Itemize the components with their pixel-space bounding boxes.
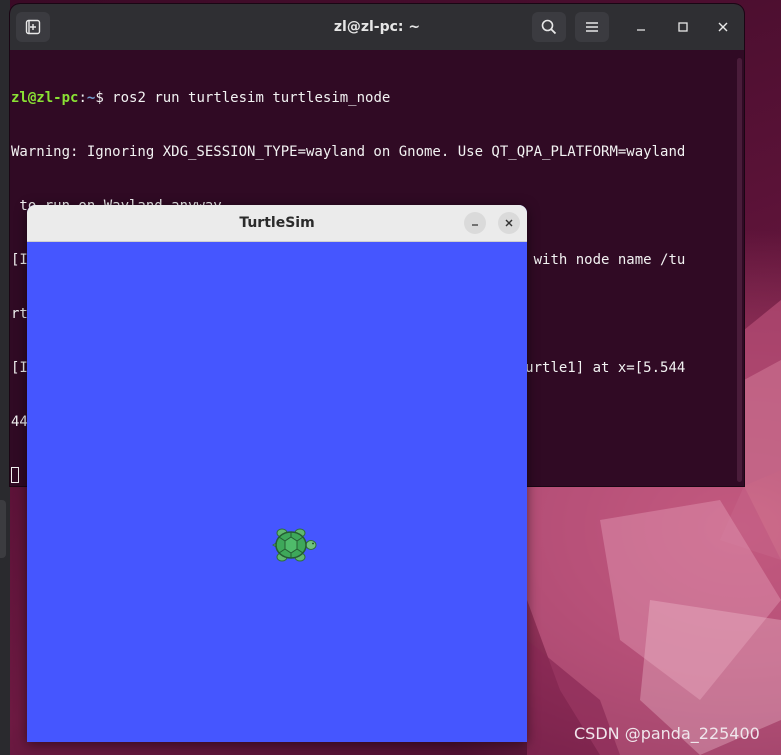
command-text: ros2 run turtlesim turtlesim_node: [112, 90, 391, 106]
dock-handle[interactable]: [0, 500, 6, 558]
prompt-separator: :: [78, 90, 87, 106]
minimize-icon: [472, 224, 478, 226]
turtlesim-header-bar: TurtleSim: [27, 205, 527, 242]
prompt-line: zl@zl-pc:~$ ros2 run turtlesim turtlesim…: [11, 89, 735, 107]
close-icon: [718, 22, 728, 32]
terminal-scrollbar[interactable]: [737, 58, 742, 482]
terminal-header-bar: zl@zl-pc: ~: [10, 4, 744, 50]
menu-button[interactable]: [575, 12, 609, 42]
turtlesim-canvas: [27, 242, 527, 742]
new-tab-button[interactable]: [16, 12, 50, 42]
turtlesim-minimize-button[interactable]: [464, 212, 486, 234]
left-panel-edge: [0, 0, 10, 755]
minimize-button[interactable]: [628, 14, 654, 40]
search-icon: [541, 19, 557, 35]
turtlesim-window: TurtleSim: [27, 205, 527, 742]
maximize-icon: [678, 22, 688, 32]
prompt-symbol: $: [95, 90, 113, 106]
minimize-icon: [637, 29, 645, 31]
close-icon: [505, 219, 513, 227]
turtle-icon: [272, 528, 317, 562]
text-cursor: [11, 467, 19, 483]
output-line: Warning: Ignoring XDG_SESSION_TYPE=wayla…: [11, 144, 686, 160]
new-tab-icon: [25, 19, 41, 35]
maximize-button[interactable]: [670, 14, 696, 40]
turtlesim-title: TurtleSim: [239, 215, 315, 231]
close-button[interactable]: [710, 14, 736, 40]
csdn-watermark: CSDN @panda_225400: [574, 724, 760, 743]
turtlesim-close-button[interactable]: [498, 212, 520, 234]
hamburger-menu-icon: [586, 22, 598, 32]
terminal-title: zl@zl-pc: ~: [333, 19, 421, 35]
search-button[interactable]: [532, 12, 566, 42]
prompt-user-host: zl@zl-pc: [11, 90, 79, 106]
